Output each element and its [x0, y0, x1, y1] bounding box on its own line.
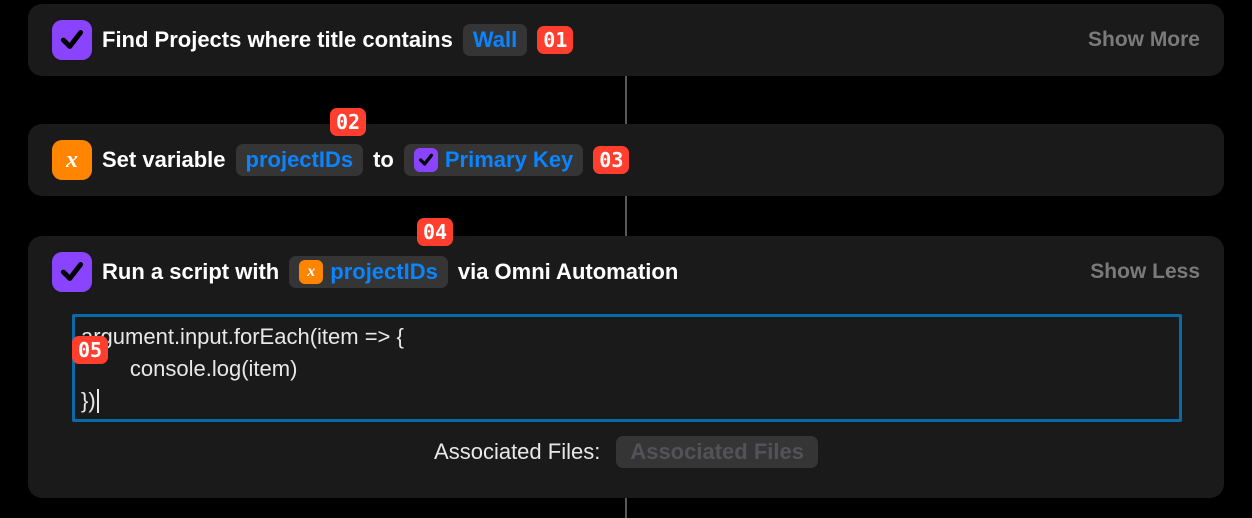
show-less-button[interactable]: Show Less	[1090, 260, 1200, 284]
omnifocus-app-icon	[52, 20, 92, 60]
connector-line	[625, 196, 627, 236]
code-line: })	[81, 388, 96, 413]
script-code-editor[interactable]: argument.input.forEach(item => { console…	[72, 314, 1182, 422]
callout-03: 03	[593, 146, 629, 174]
associated-files-field[interactable]: Associated Files	[616, 436, 818, 468]
associated-files-label: Associated Files:	[434, 439, 600, 465]
x-icon: x	[307, 263, 315, 281]
action-run-script[interactable]: Run a script with x projectIDs via Omni …	[28, 236, 1224, 498]
omnifocus-mini-icon	[414, 148, 438, 172]
variable-name-token[interactable]: projectIDs	[236, 144, 364, 176]
action-text: to	[373, 147, 394, 173]
search-term-token[interactable]: Wall	[463, 24, 527, 56]
variable-value-token[interactable]: Primary Key	[404, 144, 583, 176]
connector-line	[625, 498, 627, 518]
action-text: via Omni Automation	[458, 259, 678, 285]
action-text: Find Projects where title contains	[102, 27, 453, 53]
action-find-projects[interactable]: Find Projects where title contains Wall …	[28, 4, 1224, 76]
checkmark-icon	[418, 152, 434, 168]
action-text: Set variable	[102, 147, 226, 173]
script-input-token[interactable]: x projectIDs	[289, 256, 448, 288]
action-text: Run a script with	[102, 259, 279, 285]
variable-mini-icon: x	[299, 260, 323, 284]
show-more-button[interactable]: Show More	[1088, 28, 1200, 52]
callout-01: 01	[537, 26, 573, 54]
variable-app-icon: x	[52, 140, 92, 180]
text-caret	[97, 389, 99, 413]
x-icon: x	[66, 148, 78, 172]
callout-04: 04	[417, 218, 453, 246]
checkmark-icon	[59, 27, 85, 53]
callout-02: 02	[330, 108, 366, 136]
code-line: console.log(item)	[81, 356, 297, 381]
action-set-variable[interactable]: x Set variable projectIDs to Primary Key…	[28, 124, 1224, 196]
connector-line	[625, 76, 627, 124]
checkmark-icon	[59, 259, 85, 285]
omnifocus-app-icon	[52, 252, 92, 292]
callout-05: 05	[72, 336, 108, 364]
code-line: argument.input.forEach(item => {	[81, 324, 404, 349]
